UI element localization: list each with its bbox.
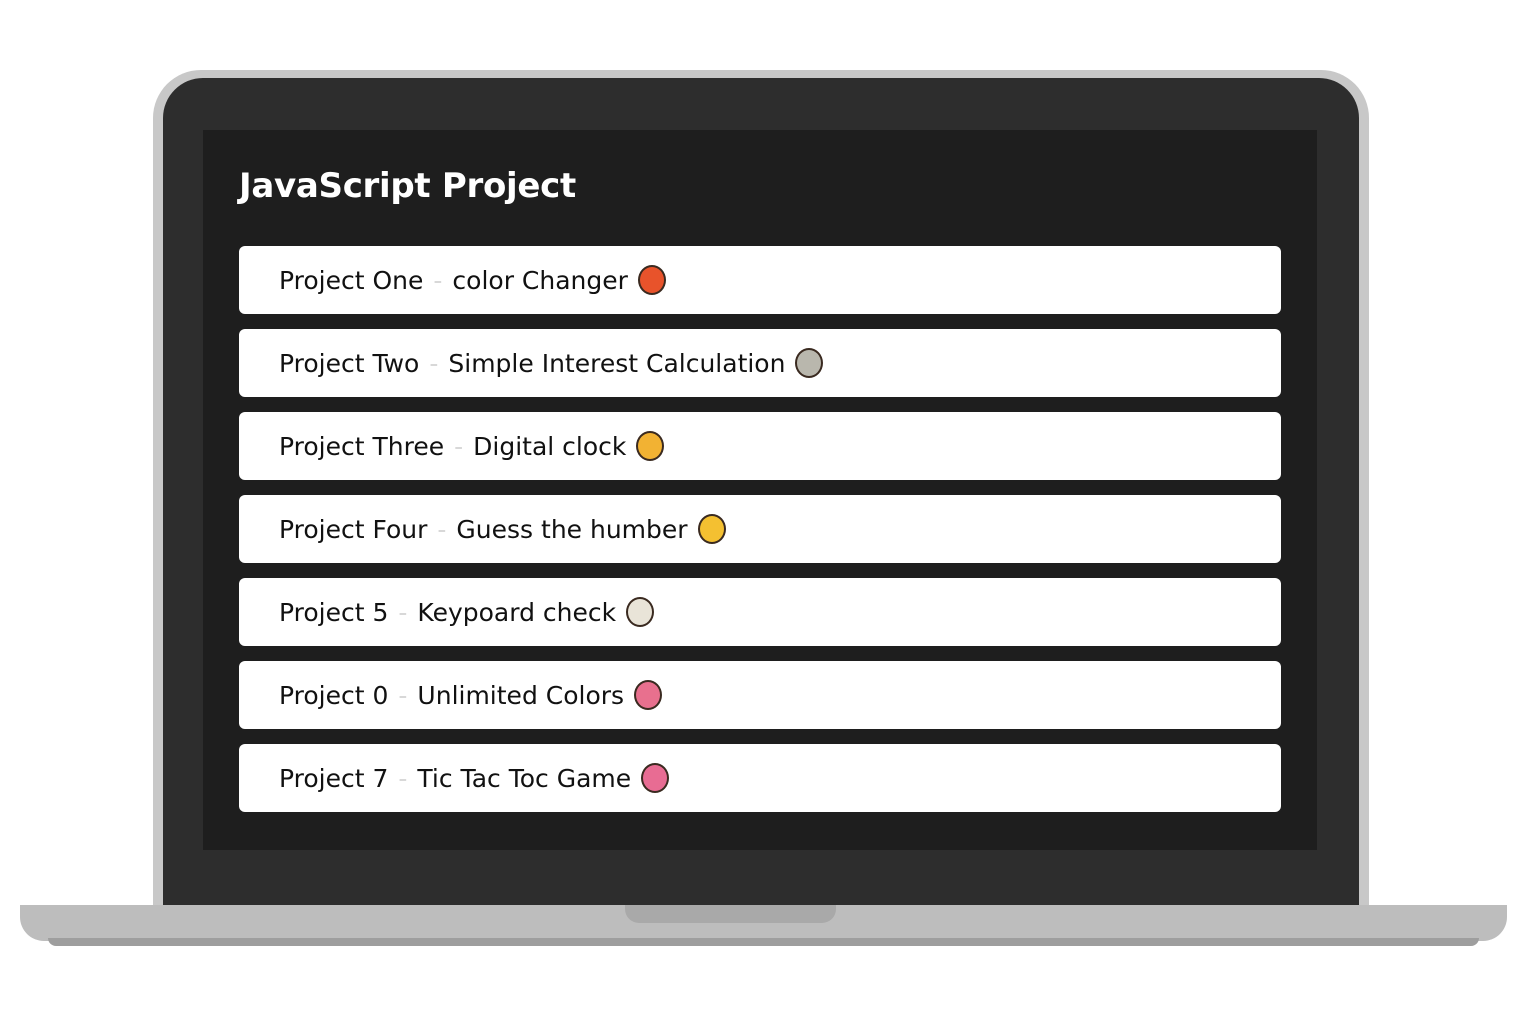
pink-ball-icon bbox=[634, 680, 663, 710]
separator: - bbox=[429, 348, 439, 378]
project-link[interactable]: Project 5 - Keypoard check bbox=[279, 597, 655, 627]
project-description: Keypoard check bbox=[417, 597, 617, 627]
project-description: color Changer bbox=[452, 265, 628, 295]
list-item-project-4[interactable]: Project Four - Guess the humber bbox=[239, 495, 1281, 563]
page-title: JavaScript Project bbox=[239, 166, 576, 206]
red-blob-icon bbox=[637, 265, 666, 295]
project-description: Unlimited Colors bbox=[417, 680, 625, 710]
project-name: Project 7 bbox=[279, 763, 389, 793]
separator: - bbox=[437, 514, 447, 544]
list-item-project-5[interactable]: Project 5 - Keypoard check bbox=[239, 578, 1281, 646]
yellow-face-icon bbox=[697, 514, 726, 544]
project-name: Project 5 bbox=[279, 597, 389, 627]
project-list: Project One - color Changer Project Two … bbox=[239, 246, 1281, 827]
list-item-project-1[interactable]: Project One - color Changer bbox=[239, 246, 1281, 314]
project-name: Project One bbox=[279, 265, 424, 295]
project-description: Guess the humber bbox=[456, 514, 688, 544]
project-name: Project Three bbox=[279, 431, 445, 461]
project-link[interactable]: Project 0 - Unlimited Colors bbox=[279, 680, 663, 710]
sunglasses-face-icon bbox=[636, 431, 665, 461]
bird-icon bbox=[626, 597, 655, 627]
project-link[interactable]: Project One - color Changer bbox=[279, 265, 666, 295]
list-item-project-3[interactable]: Project Three - Digital clock bbox=[239, 412, 1281, 480]
list-item-project-2[interactable]: Project Two - Simple Interest Calculatio… bbox=[239, 329, 1281, 397]
laptop-notch bbox=[625, 905, 836, 923]
project-link[interactable]: Project 7 - Tic Tac Toc Game bbox=[279, 763, 670, 793]
grey-rock-icon bbox=[795, 348, 824, 378]
laptop-mockup: JavaScript Project Project One - color C… bbox=[0, 0, 1536, 1024]
separator: - bbox=[398, 597, 408, 627]
project-link[interactable]: Project Two - Simple Interest Calculatio… bbox=[279, 348, 824, 378]
project-link[interactable]: Project Four - Guess the humber bbox=[279, 514, 726, 544]
project-description: Digital clock bbox=[473, 431, 627, 461]
project-name: Project Two bbox=[279, 348, 420, 378]
separator: - bbox=[433, 265, 443, 295]
laptop-screen: JavaScript Project Project One - color C… bbox=[203, 130, 1317, 850]
list-item-project-7[interactable]: Project 7 - Tic Tac Toc Game bbox=[239, 744, 1281, 812]
project-description: Tic Tac Toc Game bbox=[417, 763, 632, 793]
separator: - bbox=[398, 680, 408, 710]
project-name: Project Four bbox=[279, 514, 428, 544]
separator: - bbox=[398, 763, 408, 793]
laptop-base-shadow bbox=[48, 938, 1479, 946]
project-description: Simple Interest Calculation bbox=[448, 348, 786, 378]
pink-ball-icon bbox=[641, 763, 670, 793]
list-item-project-6[interactable]: Project 0 - Unlimited Colors bbox=[239, 661, 1281, 729]
project-name: Project 0 bbox=[279, 680, 389, 710]
separator: - bbox=[454, 431, 464, 461]
project-link[interactable]: Project Three - Digital clock bbox=[279, 431, 665, 461]
